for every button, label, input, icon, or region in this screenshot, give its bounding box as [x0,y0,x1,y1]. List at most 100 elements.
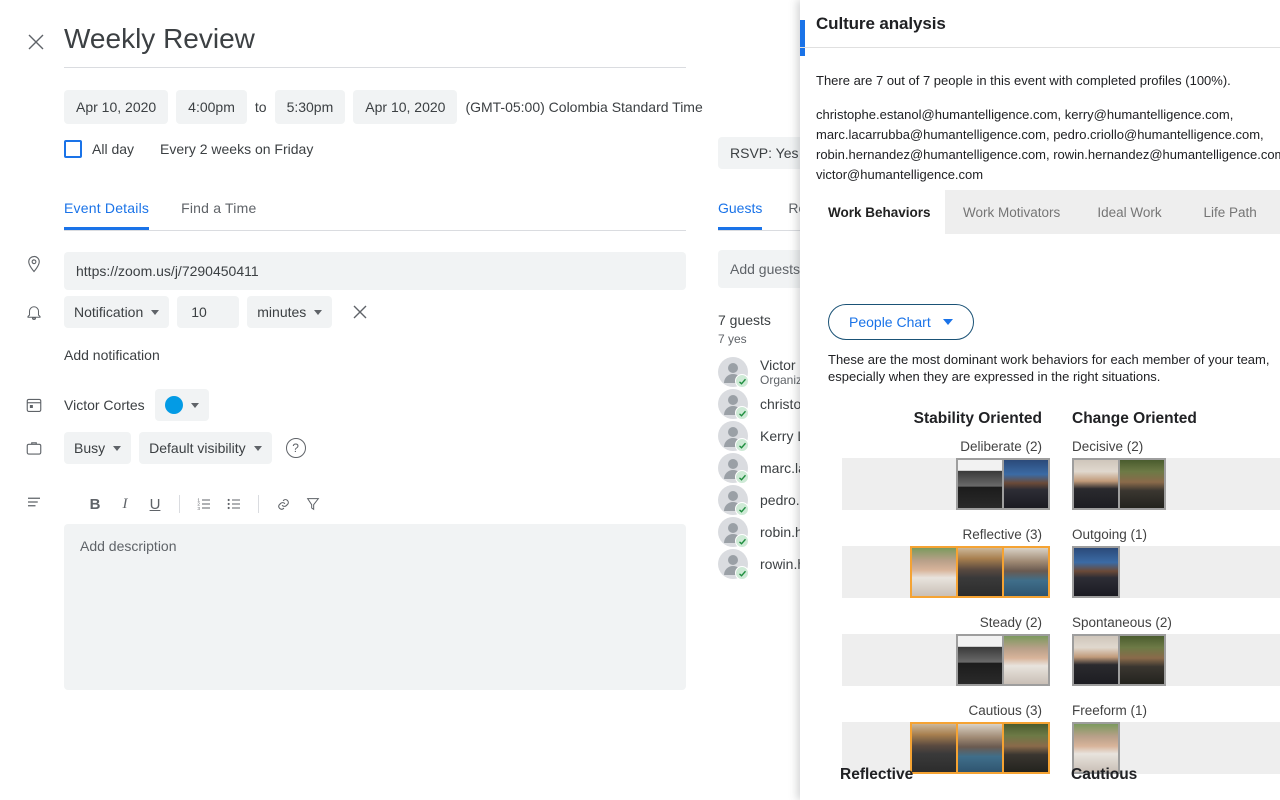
chart-group-freeform: Freeform (1) [1072,700,1280,774]
availability-row: Busy Default visibility ? [0,432,306,464]
notification-row: Notification 10 minutes [0,296,372,328]
remove-notification-icon[interactable] [348,300,372,324]
list-item[interactable]: pedro.criollo@humantelligence.com [718,484,800,516]
add-guests-input[interactable]: Add guests [718,250,800,288]
start-time-field[interactable]: 4:00pm [176,90,247,124]
guest-name: christophe.estanol@humantelligence.com [760,396,800,412]
avatar [718,389,749,420]
person-photo[interactable] [958,460,1002,508]
chevron-down-icon [314,309,323,315]
rsvp-select[interactable]: RSVP: Yes [718,137,800,169]
end-time-field[interactable]: 5:30pm [274,90,346,124]
definition-title: Reflective [840,766,914,783]
close-icon[interactable] [22,28,50,56]
recurrence-selector[interactable]: Every 2 weeks on Friday [160,141,313,157]
description-icon-row [0,490,64,514]
guest-name: pedro.criollo@humantelligence.com [760,492,800,508]
tab-event-details[interactable]: Event Details [64,200,149,230]
group-track [1072,546,1280,598]
event-color-select[interactable] [154,389,209,421]
page-title[interactable]: Weekly Review [64,20,686,58]
tab-guests[interactable]: Guests [718,200,762,230]
notification-type-select[interactable]: Notification [64,296,170,328]
person-photo[interactable] [1004,724,1048,772]
avatar-tileset[interactable] [1072,634,1166,686]
panel-title: Culture analysis [816,13,946,33]
view-selector-button[interactable]: People Chart [828,304,974,340]
group-track [1072,634,1280,686]
allday-row: All day Every 2 weeks on Friday [64,140,313,158]
tab-ideal-work[interactable]: Ideal Work [1078,190,1181,234]
location-input[interactable]: https://zoom.us/j/7290450411 [64,252,686,290]
underline-button[interactable]: U [140,489,170,519]
add-notification-button[interactable]: Add notification [64,347,160,363]
to-label: to [254,99,267,115]
start-date-field[interactable]: Apr 10, 2020 [64,90,169,124]
person-photo[interactable] [1074,548,1118,596]
bulleted-list-icon[interactable] [219,489,249,519]
panel-tabs: Work Behaviors Work Motivators Ideal Wor… [814,190,1280,234]
location-row: https://zoom.us/j/7290450411 [0,252,686,290]
person-photo[interactable] [1120,460,1164,508]
help-icon[interactable]: ? [285,438,306,458]
chevron-down-icon [113,445,122,451]
link-icon[interactable] [268,489,298,519]
all-day-label: All day [92,141,135,157]
chart-group-reflective: Reflective (3) [842,524,1050,598]
avatar-tileset[interactable] [956,634,1050,686]
definition-cautious: Cautious An objective and critical think… [1071,766,1280,800]
all-day-checkbox[interactable] [64,140,82,158]
tab-rooms[interactable]: Rooms [788,200,800,230]
numbered-list-icon[interactable]: 123 [189,489,219,519]
person-photo[interactable] [912,724,956,772]
list-item[interactable]: marc.lacarrubba@humantelligence.com [718,452,800,484]
participant-emails: christophe.estanol@humantelligence.com, … [816,107,1280,182]
person-photo[interactable] [1074,724,1118,772]
list-item[interactable]: rowin.hernandez@humantelligence.com [718,548,800,580]
group-label: Deliberate (2) [960,439,1042,454]
italic-button[interactable]: I [110,489,140,519]
person-photo[interactable] [1120,636,1164,684]
notification-amount-input[interactable]: 10 [177,296,240,328]
guest-count: 7 guests [718,312,771,328]
guest-yes-count: 7 yes [718,332,747,346]
list-item[interactable]: Victor CortesOrganizer [718,356,800,388]
calendar-icon [22,393,46,417]
person-photo[interactable] [1074,636,1118,684]
tab-work-motivators[interactable]: Work Motivators [944,190,1079,234]
chart-description: These are the most dominant work behavio… [828,352,1270,384]
person-photo[interactable] [1004,548,1048,596]
event-title-field[interactable]: Weekly Review [64,20,686,68]
notification-unit-select[interactable]: minutes [247,296,333,328]
clear-format-icon[interactable] [298,489,328,519]
tab-work-behaviors[interactable]: Work Behaviors [814,190,945,234]
bold-button[interactable]: B [80,489,110,519]
avatar-tileset[interactable] [1072,546,1120,598]
svg-text:3: 3 [197,506,200,511]
visibility-select[interactable]: Default visibility [139,432,272,464]
end-date-field[interactable]: Apr 10, 2020 [353,90,458,124]
tab-life-path[interactable]: Life Path [1180,190,1280,234]
editor-tabs: Event Details Find a Time [64,200,686,231]
list-item[interactable]: Kerry Lutz [718,420,800,452]
list-item[interactable]: christophe.estanol@humantelligence.com [718,388,800,420]
avatar-tileset[interactable] [1072,458,1166,510]
panel-body: There are 7 out of 7 people in this even… [800,48,1280,800]
person-photo[interactable] [958,548,1002,596]
person-photo[interactable] [1074,460,1118,508]
app-root: Weekly Review Save Apr 10, 2020 4:00pm t… [0,0,1280,800]
guest-list: Victor CortesOrganizer christophe.estano… [718,356,800,580]
avatar-tileset[interactable] [910,546,1050,598]
availability-select[interactable]: Busy [64,432,132,464]
description-input[interactable]: Add description [64,524,686,690]
datetime-row: Apr 10, 2020 4:00pm to 5:30pm Apr 10, 20… [64,90,794,124]
person-photo[interactable] [958,724,1002,772]
tab-find-a-time[interactable]: Find a Time [181,200,256,230]
person-photo[interactable] [912,548,956,596]
avatar-tileset[interactable] [956,458,1050,510]
list-item[interactable]: robin.hernandez@humantelligence.com [718,516,800,548]
person-photo[interactable] [1004,636,1048,684]
person-photo[interactable] [1004,460,1048,508]
chart-column-change: Change Oriented Decisive (2) Outgoing (1… [1072,410,1280,788]
person-photo[interactable] [958,636,1002,684]
